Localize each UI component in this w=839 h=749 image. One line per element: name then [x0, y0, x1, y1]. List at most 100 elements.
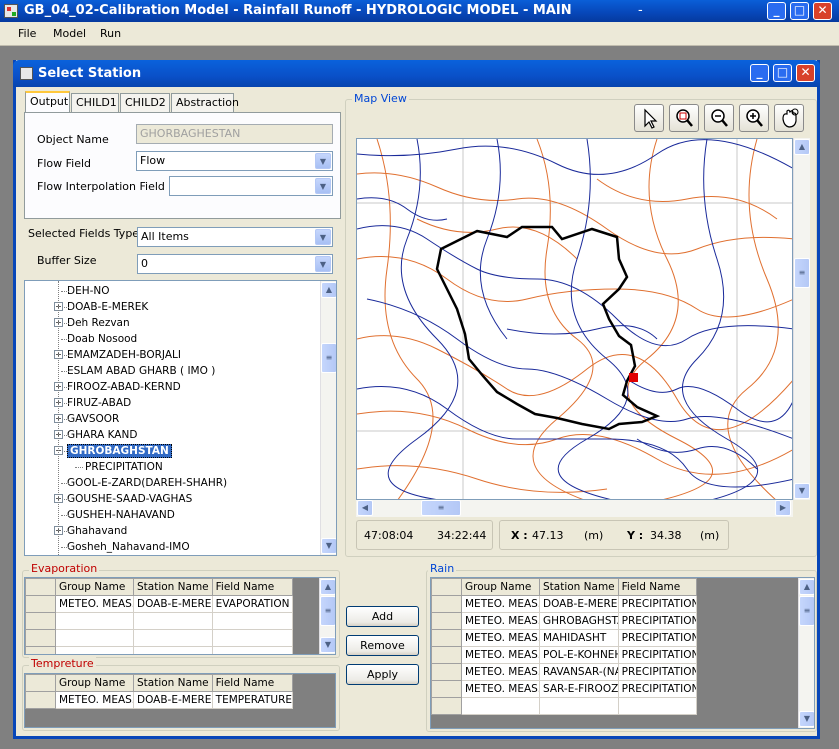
- table-cell[interactable]: [55, 629, 134, 647]
- table-cell[interactable]: [539, 697, 619, 715]
- flow-interpolation-select[interactable]: ▼: [169, 176, 333, 196]
- tab-output[interactable]: Output: [25, 91, 70, 113]
- row-header[interactable]: [431, 663, 462, 681]
- flow-field-select[interactable]: Flow ▼: [136, 151, 333, 171]
- remove-button[interactable]: Remove: [346, 635, 419, 656]
- row-header[interactable]: [25, 629, 56, 647]
- table-cell[interactable]: GHROBAGHSTA: [539, 612, 619, 630]
- tree-item[interactable]: DOAB-E-MEREK: [67, 299, 148, 315]
- table-cell[interactable]: PRECIPITATION: [617, 612, 697, 630]
- table-row[interactable]: [25, 629, 293, 647]
- tab-child1[interactable]: CHILD1: [71, 93, 119, 112]
- dialog-minimize-icon[interactable]: _: [750, 64, 769, 82]
- close-icon[interactable]: ✕: [813, 2, 832, 20]
- apply-button[interactable]: Apply: [346, 664, 419, 685]
- pan-tool-button[interactable]: [774, 104, 804, 132]
- table-row[interactable]: METEO. MEAS. DOAB-E-MEREK TEMPERATURE: [25, 691, 293, 709]
- table-row[interactable]: METEO. MEAS. DOAB-E-MEREK PRECIPITATION: [431, 595, 697, 613]
- column-header[interactable]: Station Name: [133, 578, 213, 596]
- menu-file[interactable]: File: [18, 27, 36, 40]
- tree-item[interactable]: Deh Rezvan: [67, 315, 130, 331]
- column-header[interactable]: Station Name: [539, 578, 619, 596]
- minimize-icon[interactable]: _: [767, 2, 786, 20]
- table-cell[interactable]: PRECIPITATION: [617, 680, 697, 698]
- column-header[interactable]: Field Name: [211, 674, 293, 692]
- pointer-tool-button[interactable]: [634, 104, 664, 132]
- scroll-right-icon[interactable]: ▶: [775, 500, 791, 516]
- zoom-in-tool-button[interactable]: [739, 104, 769, 132]
- tree-scrollbar[interactable]: ▲ ≡ ▼: [320, 281, 336, 555]
- row-header[interactable]: [431, 646, 462, 664]
- zoom-box-tool-button[interactable]: [669, 104, 699, 132]
- row-header[interactable]: [431, 629, 462, 647]
- scroll-up-icon[interactable]: ▲: [799, 579, 814, 595]
- tree-item[interactable]: FIRUZ-ABAD: [67, 395, 131, 411]
- scroll-up-icon[interactable]: ▲: [794, 139, 810, 155]
- add-button[interactable]: Add: [346, 606, 419, 627]
- column-header[interactable]: Group Name: [461, 578, 540, 596]
- tree-item[interactable]: Gosheh_Nahavand-IMO: [67, 539, 190, 555]
- dialog-maximize-icon[interactable]: □: [773, 64, 792, 82]
- table-cell[interactable]: PRECIPITATION: [617, 646, 697, 664]
- tree-item[interactable]: GAVSOOR: [67, 411, 119, 427]
- zoom-out-tool-button[interactable]: [704, 104, 734, 132]
- scroll-down-icon[interactable]: ▼: [320, 637, 335, 653]
- dialog-close-icon[interactable]: ✕: [796, 64, 815, 82]
- chevron-down-icon[interactable]: ▼: [315, 229, 331, 245]
- scroll-down-icon[interactable]: ▼: [794, 483, 810, 499]
- tree-item[interactable]: GUSHEH-NAHAVAND: [67, 507, 175, 523]
- rain-grid[interactable]: Group Name Station Name Field Name METEO. M…: [430, 577, 815, 729]
- table-cell[interactable]: EVAPORATION: [211, 595, 293, 613]
- column-header[interactable]: Station Name: [133, 674, 213, 692]
- table-cell[interactable]: PRECIPITATION: [617, 629, 697, 647]
- evaporation-scrollbar[interactable]: ▲ ≡ ▼: [319, 578, 335, 654]
- table-cell[interactable]: [133, 646, 213, 654]
- chevron-down-icon[interactable]: ▼: [315, 178, 331, 194]
- table-row[interactable]: METEO. MEAS. RAVANSAR-(NA PRECIPITATION: [431, 663, 697, 681]
- menu-model[interactable]: Model: [53, 27, 86, 40]
- rain-scrollbar[interactable]: ▲ ≡ ▼: [798, 578, 814, 728]
- tab-child2[interactable]: CHILD2: [120, 93, 170, 112]
- row-header[interactable]: [25, 691, 56, 709]
- table-cell[interactable]: METEO. MEAS.: [461, 663, 540, 681]
- table-cell[interactable]: RAVANSAR-(NA: [539, 663, 619, 681]
- evaporation-grid[interactable]: Group Name Station Name Field Name METEO. M…: [24, 577, 336, 655]
- table-cell[interactable]: METEO. MEAS.: [461, 612, 540, 630]
- row-header[interactable]: [431, 612, 462, 630]
- row-header[interactable]: [25, 646, 56, 654]
- chevron-down-icon[interactable]: ▼: [315, 256, 331, 272]
- tree-item[interactable]: GOUSHE-SAAD-VAGHAS: [67, 491, 192, 507]
- table-row[interactable]: METEO. MEAS. DOAB-E-MEREK EVAPORATION: [25, 595, 293, 613]
- station-marker[interactable]: [629, 373, 638, 382]
- tree-item[interactable]: ESLAM ABAD GHARB ( IMO ): [67, 363, 215, 379]
- tree-item[interactable]: GOOL-E-ZARD(DAREH-SHAHR): [67, 475, 227, 491]
- station-tree[interactable]: ▲ ≡ ▼ DEH-NO DOAB-E-MEREK + Deh Rezvan + Doab…: [24, 280, 337, 556]
- buffer-size-select[interactable]: 0 ▼: [137, 254, 333, 274]
- table-cell[interactable]: [211, 629, 293, 647]
- tree-item[interactable]: GHARA KAND: [67, 427, 137, 443]
- scroll-thumb[interactable]: ≡: [794, 258, 810, 288]
- tree-item[interactable]: EMAMZADEH-BORJALI: [67, 347, 181, 363]
- table-row[interactable]: [25, 612, 293, 630]
- table-row[interactable]: METEO. MEAS.SAR-E-FIROOZ-APRECIPITATION: [431, 680, 697, 698]
- map-horizontal-scrollbar[interactable]: ◀ ≡ ▶: [356, 500, 793, 517]
- table-cell[interactable]: METEO. MEAS.: [55, 691, 134, 709]
- table-cell[interactable]: PRECIPITATION: [617, 595, 697, 613]
- table-cell[interactable]: DOAB-E-MEREK: [133, 691, 213, 709]
- table-cell[interactable]: METEO. MEAS.: [461, 595, 540, 613]
- table-cell[interactable]: [211, 646, 293, 654]
- table-cell[interactable]: DOAB-E-MEREK: [133, 595, 213, 613]
- table-cell[interactable]: METEO. MEAS.: [461, 629, 540, 647]
- scroll-up-icon[interactable]: ▲: [320, 579, 335, 595]
- table-cell[interactable]: POL-E-KOHNEH: [539, 646, 619, 664]
- temperature-grid[interactable]: Group Name Station Name Field Name METEO. M…: [24, 673, 336, 728]
- scroll-down-icon[interactable]: ▼: [799, 711, 814, 727]
- table-cell[interactable]: [461, 697, 540, 715]
- row-header[interactable]: [431, 680, 462, 698]
- scroll-thumb[interactable]: ≡: [321, 343, 336, 373]
- tree-item[interactable]: Doab Nosood: [67, 331, 137, 347]
- selected-fields-select[interactable]: All Items ▼: [137, 227, 333, 247]
- column-header[interactable]: Group Name: [55, 674, 134, 692]
- row-header[interactable]: [25, 612, 56, 630]
- table-cell[interactable]: SAR-E-FIROOZ-A: [539, 680, 619, 698]
